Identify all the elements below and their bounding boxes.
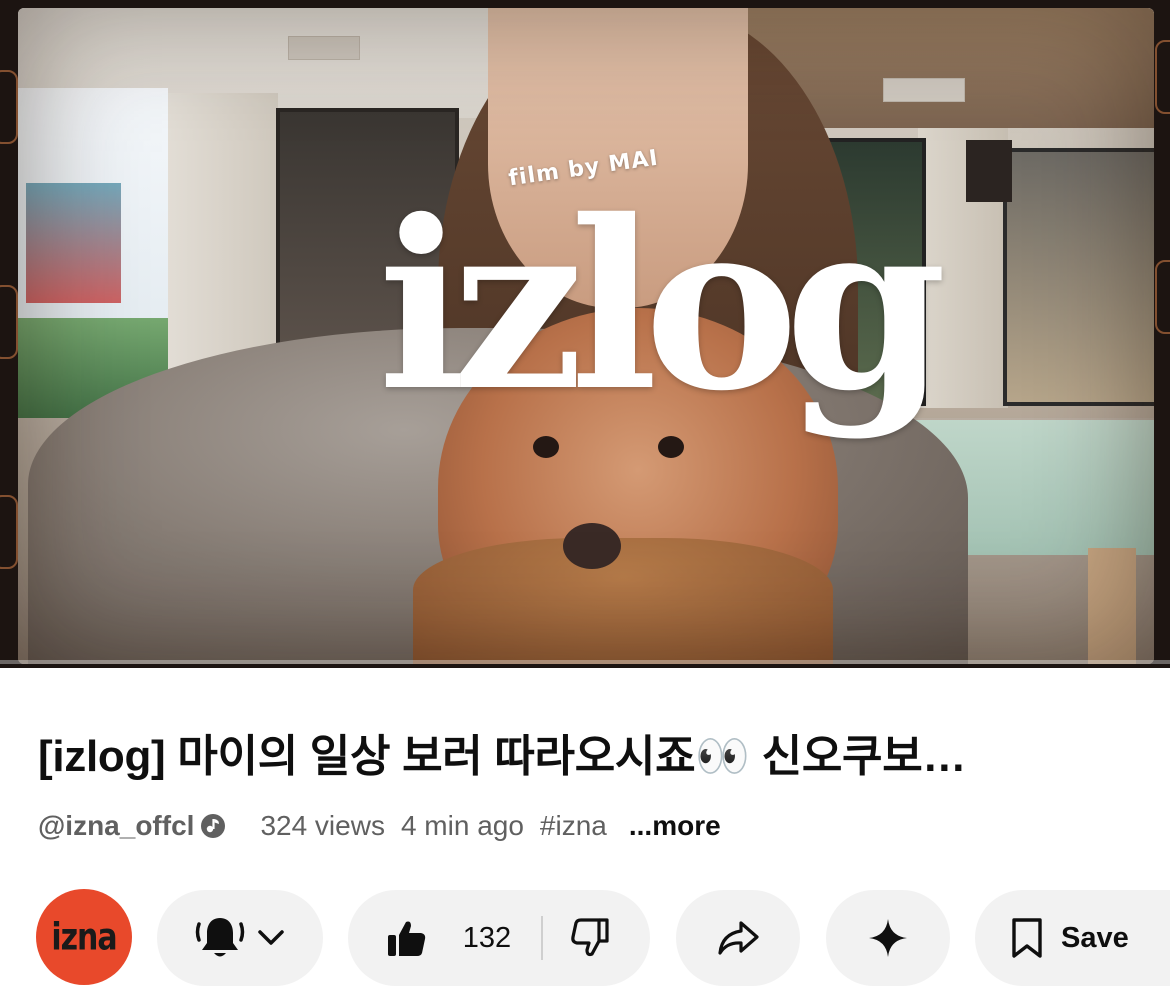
video-progress-bar[interactable] xyxy=(0,660,1170,664)
chevron-down-icon xyxy=(254,921,288,955)
avatar-text: izna xyxy=(51,915,117,959)
hashtag-link[interactable]: #izna xyxy=(540,810,607,842)
upload-time: 4 min ago xyxy=(400,810,524,841)
film-edge-decoration xyxy=(1155,40,1170,114)
video-player[interactable]: film by MAI izlog xyxy=(0,0,1170,668)
view-count: 324 views xyxy=(260,810,385,841)
film-edge-decoration xyxy=(1155,260,1170,334)
ask-ai-button[interactable] xyxy=(826,890,950,986)
video-overlay-logo: izlog xyxy=(378,169,947,442)
verified-icon xyxy=(200,813,226,839)
film-edge-decoration xyxy=(0,285,18,359)
like-divider xyxy=(541,916,544,960)
video-title[interactable]: [izlog] 마이의 일상 보러 따라오시죠👀 신오쿠보… xyxy=(38,720,1138,784)
share-icon xyxy=(715,915,761,961)
film-edge-decoration xyxy=(0,70,18,144)
thumbs-down-icon[interactable] xyxy=(569,916,613,960)
channel-handle[interactable]: @izna_offcl xyxy=(38,810,194,842)
save-button[interactable]: Save xyxy=(975,890,1170,986)
like-dislike-group: 132 xyxy=(348,890,650,986)
bell-icon xyxy=(192,910,248,966)
more-button[interactable]: ...more xyxy=(629,810,721,842)
channel-avatar[interactable]: izna xyxy=(36,889,132,985)
sparkle-icon xyxy=(866,916,910,960)
subscription-notification-button[interactable] xyxy=(157,890,323,986)
thumbs-up-icon[interactable] xyxy=(385,916,429,960)
like-count[interactable]: 132 xyxy=(463,922,511,955)
bookmark-icon xyxy=(1007,916,1047,960)
save-label: Save xyxy=(1061,921,1129,954)
film-edge-decoration xyxy=(0,495,18,569)
share-button[interactable] xyxy=(676,890,800,986)
video-metadata-row[interactable]: @izna_offcl 324 views 4 min ago #izna ..… xyxy=(38,808,721,844)
